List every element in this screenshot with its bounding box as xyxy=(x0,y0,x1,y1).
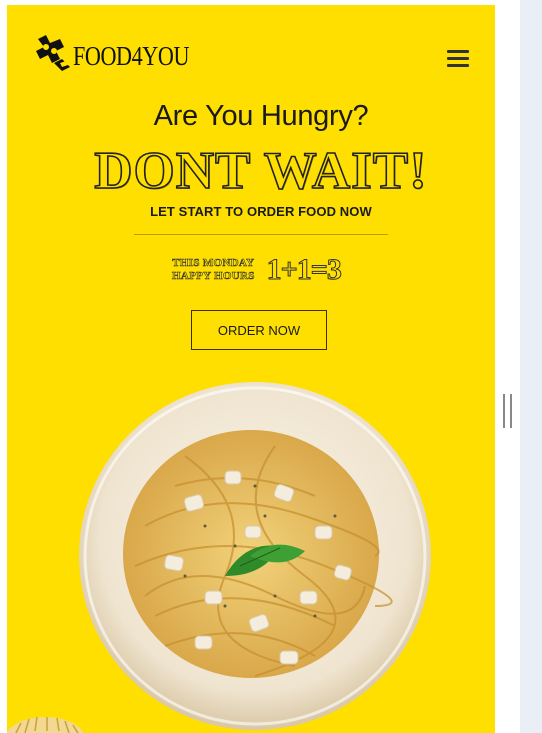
hamburger-menu-icon[interactable] xyxy=(447,50,469,67)
spaghetti-plate-image xyxy=(79,382,431,730)
order-now-button[interactable]: ORDER NOW xyxy=(191,310,327,350)
promo-text: THIS MONDAY HAPPY HOURS xyxy=(172,257,255,283)
hero-subtitle: LET START TO ORDER FOOD NOW xyxy=(150,204,372,219)
promo-block: THIS MONDAY HAPPY HOURS 1+1=3 xyxy=(172,253,343,287)
brand-logo[interactable]: FOOD4YOU xyxy=(32,33,215,73)
landing-page: FOOD4YOU Are You Hungry? DONT WAIT! LET … xyxy=(7,5,495,733)
hero-title: DONT WAIT! xyxy=(93,141,428,201)
promo-offer: 1+1=3 xyxy=(266,253,342,287)
corner-food-image xyxy=(7,716,84,733)
chef-hat-logo-icon xyxy=(36,35,70,71)
hero-headline: Are You Hungry? xyxy=(153,100,369,132)
promo-line-2: HAPPY HOURS xyxy=(172,270,255,283)
browser-viewport: FOOD4YOU Are You Hungry? DONT WAIT! LET … xyxy=(0,0,520,733)
hero-divider xyxy=(134,234,388,235)
brand-name: FOOD4YOU xyxy=(73,40,190,71)
side-panel-background xyxy=(520,0,542,733)
promo-line-1: THIS MONDAY xyxy=(172,257,255,270)
pane-resize-handle[interactable] xyxy=(503,394,512,428)
